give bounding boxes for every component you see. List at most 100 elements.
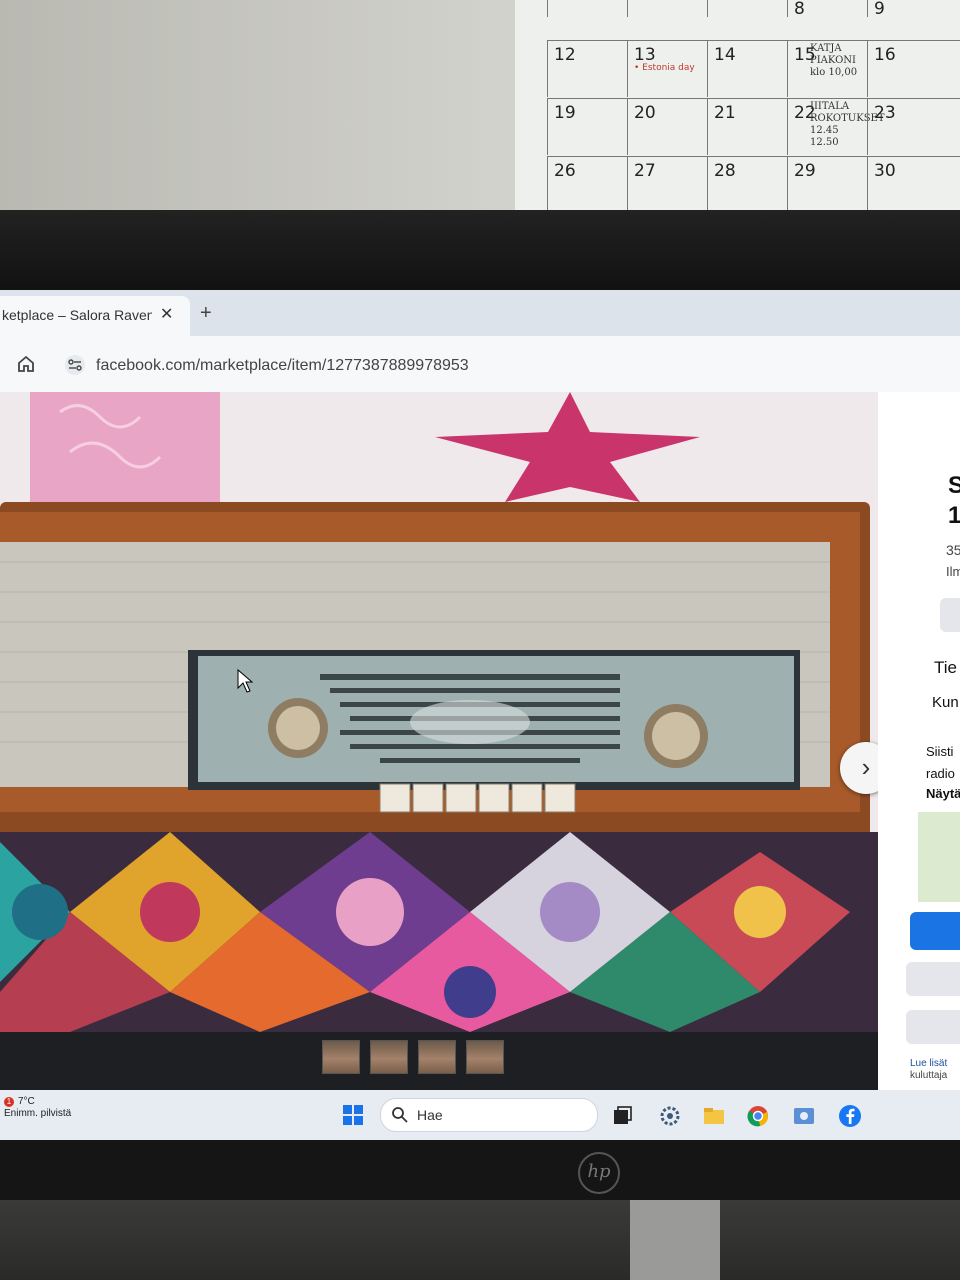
footer-line: kuluttaja [910,1070,948,1081]
photo-thumbnails [322,1040,514,1074]
site-settings-icon[interactable] [64,354,86,376]
calendar-day: 20 [634,103,656,123]
calendar-day: 8 [794,0,805,19]
weather-desc: Enimm. pilvistä [4,1108,72,1119]
desk-surface [0,1200,960,1280]
taskbar-search[interactable]: Hae [380,1098,598,1132]
calendar-row: 26 27 28 29 30 [547,156,960,213]
calendar-cell: 19 [547,99,628,155]
search-icon [392,1107,408,1123]
browser-tab[interactable]: ketplace – Salora Raven ✕ [0,296,190,336]
calendar-day: 26 [554,161,576,181]
chrome-icon[interactable] [746,1104,770,1128]
listing-listed-info: Ilm [946,564,960,579]
wall-background: 8 9 12 13 • Estonia day 14 15 KATJA PIAKON… [0,0,960,230]
calendar-day: 13 [634,45,656,65]
listing-price: 35 [946,542,960,558]
marketplace-page: › S 1 35 Ilm Tie Kun Siisti radio Näytä … [0,392,960,1092]
calendar-cell: 28 [707,157,788,213]
monitor-stand [630,1200,720,1280]
task-view-icon[interactable] [610,1104,634,1128]
monitor-bezel [0,210,960,292]
calendar-note: • Estonia day [634,63,695,73]
windows-start-icon[interactable] [342,1104,364,1126]
listing-details-panel: S 1 35 Ilm Tie Kun Siisti radio Näytä Lu… [878,392,960,1092]
photo-thumbnail[interactable] [370,1040,408,1074]
footer-note: Lue lisät kuluttaja [910,1058,947,1082]
monitor-screen: ketplace – Salora Raven ✕ + facebook.com… [0,290,960,1140]
tab-title: ketplace – Salora Raven [2,307,152,323]
home-icon[interactable] [16,354,36,374]
calendar-cell: 15 KATJA PIAKONI klo 10,00 [787,41,868,97]
search-placeholder: Hae [417,1107,443,1123]
monitor-chin [0,1140,960,1200]
show-more-link[interactable]: Näytä [926,786,960,801]
windows-taskbar: 1 7°C Enimm. pilvistä Hae [0,1090,960,1140]
calendar-cell: 16 [867,41,948,97]
calendar-cell: 14 [707,41,788,97]
photo-thumbnail[interactable] [466,1040,504,1074]
calendar-cell: 8 [787,0,868,19]
app-icon[interactable] [792,1104,816,1128]
action-button[interactable] [906,1010,960,1044]
calendar-cell: 12 [547,41,628,97]
calendar-cell: 30 [867,157,948,213]
message-seller-button[interactable] [910,912,960,950]
calendar-cell: 29 [787,157,868,213]
calendar-row: 19 20 21 22 IIITALA ROKOTUKSET 12.45 12.5… [547,98,960,155]
new-tab-icon[interactable]: + [200,302,212,325]
calendar-day: 12 [554,45,576,65]
calendar-cell: 9 [867,0,948,19]
notification-badge: 1 [4,1097,14,1107]
calendar-day: 28 [714,161,736,181]
listing-photo[interactable]: › [0,392,880,1032]
calendar-day: 30 [874,161,896,181]
photo-thumbnail[interactable] [322,1040,360,1074]
calendar-cell: 20 [627,99,708,155]
wall-calendar: 8 9 12 13 • Estonia day 14 15 KATJA PIAKON… [515,0,960,213]
calendar-cell: 22 IIITALA ROKOTUKSET 12.45 12.50 [787,99,885,155]
calendar-row: 8 9 [547,0,960,19]
browser-tabbar: ketplace – Salora Raven ✕ + [0,290,960,336]
calendar-cell [707,0,788,17]
wall-left [0,0,520,215]
calendar-row: 12 13 • Estonia day 14 15 KATJA PIAKONI kl… [547,40,960,97]
footer-line[interactable]: Lue lisät [910,1058,947,1070]
weather-temp: 7°C [18,1096,35,1107]
details-heading: Tie [934,658,957,677]
calendar-day: 19 [554,103,576,123]
calendar-cell [547,0,628,17]
calendar-day: 16 [874,45,896,65]
description-line: Siisti [926,744,954,759]
calendar-day: 9 [874,0,885,19]
action-button[interactable] [906,962,960,996]
listing-title-fragment: 1 [948,502,960,529]
calendar-cell: 27 [627,157,708,213]
weather-widget[interactable]: 1 7°C Enimm. pilvistä [4,1096,71,1120]
calendar-handwriting: KATJA PIAKONI klo 10,00 [810,43,858,78]
url-field[interactable]: facebook.com/marketplace/item/1277387889… [96,357,469,375]
calendar-day: 21 [714,103,736,123]
calendar-day: 29 [794,161,816,181]
file-explorer-icon[interactable] [702,1104,726,1128]
hp-logo-icon: hp [578,1152,620,1194]
listing-title-fragment: S [948,472,960,499]
radio-photo-illustration [0,392,880,1032]
calendar-cell: 13 • Estonia day [627,41,708,97]
condition-label: Kun [932,694,959,711]
calendar-day: 14 [714,45,736,65]
calendar-cell: 26 [547,157,628,213]
settings-gear-icon[interactable] [658,1104,682,1128]
description-line: radio [926,766,955,781]
address-bar: facebook.com/marketplace/item/1277387889… [0,336,960,392]
facebook-icon[interactable] [838,1104,862,1128]
calendar-day: 23 [874,103,896,123]
calendar-day: 27 [634,161,656,181]
calendar-cell: 21 [707,99,788,155]
calendar-cell [627,0,708,17]
calendar-cell: 23 [867,99,948,155]
close-icon[interactable]: ✕ [160,304,173,324]
action-button[interactable] [940,598,960,632]
location-map[interactable] [918,812,960,902]
photo-thumbnail[interactable] [418,1040,456,1074]
